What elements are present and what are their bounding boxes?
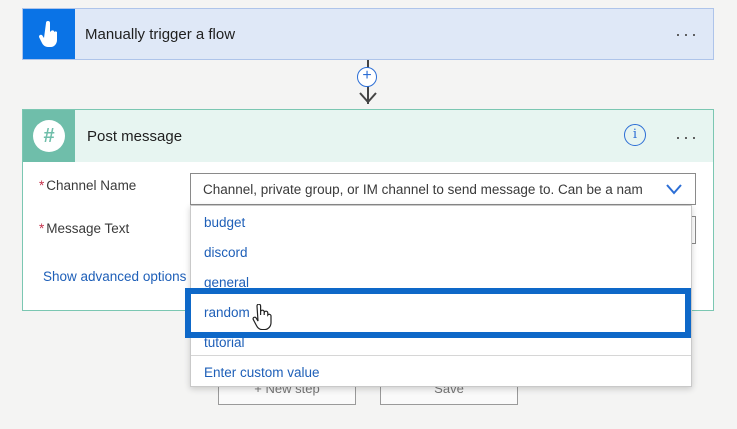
channel-name-label: * Channel Name xyxy=(39,178,137,193)
hand-cursor-icon xyxy=(252,304,272,330)
slack-icon: # xyxy=(23,110,75,162)
dropdown-item-discord[interactable]: discord xyxy=(191,238,691,268)
arrow-down-icon xyxy=(359,92,377,104)
show-advanced-options-link[interactable]: Show advanced options xyxy=(43,269,186,284)
channel-placeholder: Channel, private group, or IM channel to… xyxy=(203,182,643,197)
chevron-down-icon[interactable] xyxy=(665,182,683,196)
trigger-more-icon[interactable]: ··· xyxy=(675,25,699,43)
add-step-icon[interactable]: + xyxy=(357,67,377,87)
action-title: Post message xyxy=(87,128,183,145)
trigger-title: Manually trigger a flow xyxy=(85,26,236,43)
message-text-label: * Message Text xyxy=(39,221,130,236)
action-header[interactable]: # Post message i ··· xyxy=(23,110,713,162)
message-text-input[interactable] xyxy=(692,216,696,244)
hand-pointer-icon xyxy=(23,9,75,59)
save-button[interactable]: Save xyxy=(380,385,518,405)
action-more-icon[interactable]: ··· xyxy=(675,128,699,146)
dropdown-separator xyxy=(191,355,691,356)
info-icon[interactable]: i xyxy=(624,124,646,146)
new-step-button[interactable]: + New step xyxy=(218,385,356,405)
trigger-card[interactable]: Manually trigger a flow ··· xyxy=(22,8,714,60)
channel-name-input[interactable]: Channel, private group, or IM channel to… xyxy=(190,173,696,205)
enter-custom-value-option[interactable]: Enter custom value xyxy=(191,358,691,388)
dropdown-item-budget[interactable]: budget xyxy=(191,208,691,238)
